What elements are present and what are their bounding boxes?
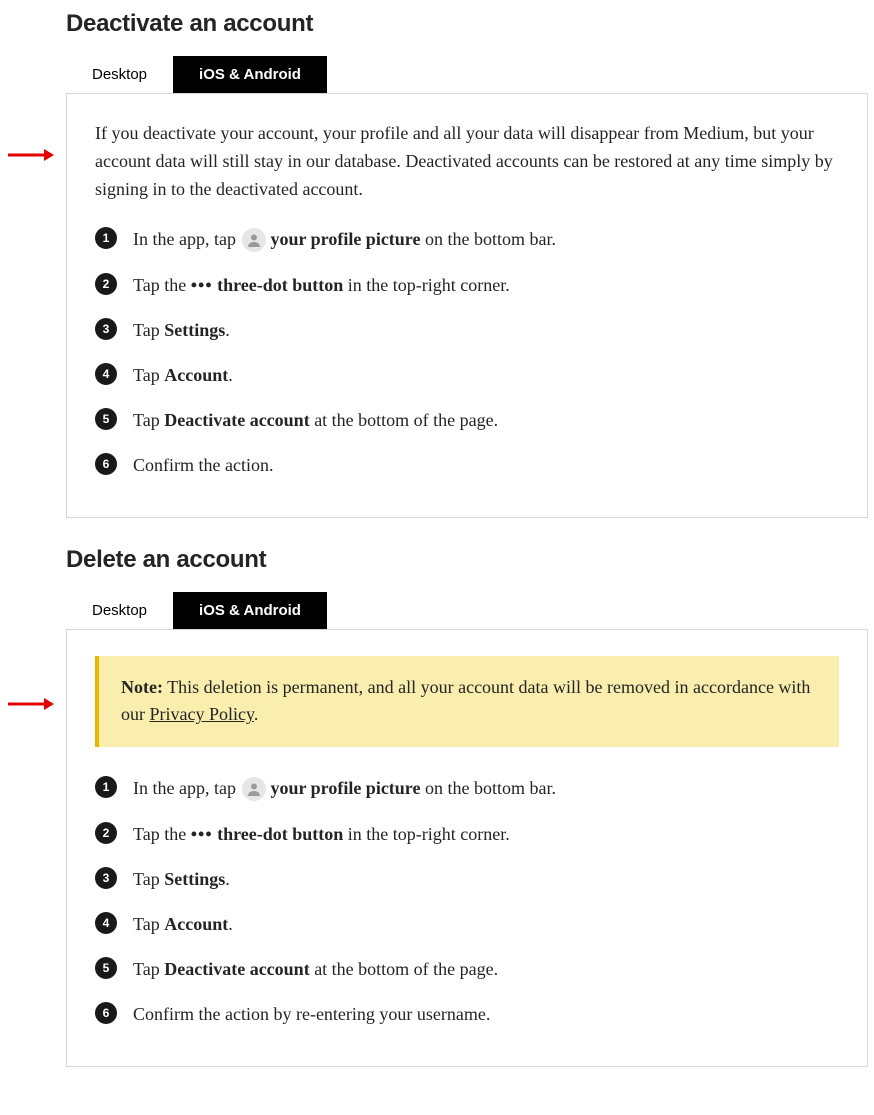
step-text-bold: Account (164, 914, 228, 934)
step-4: 4 Tap Account. (95, 911, 839, 938)
step-number: 6 (95, 453, 117, 475)
step-text-pre: Tap (133, 365, 164, 385)
step-number: 3 (95, 867, 117, 889)
step-text-bold: Settings (164, 320, 225, 340)
annotation-arrow (8, 698, 54, 710)
step-3: 3 Tap Settings. (95, 317, 839, 344)
step-text-pre: Tap (133, 320, 164, 340)
step-text-bold: Deactivate account (164, 410, 309, 430)
step-1: 1 In the app, tap your profile picture o… (95, 775, 839, 803)
step-text-bold: three-dot button (217, 824, 343, 844)
step-2: 2 Tap the ••• three-dot button in the to… (95, 272, 839, 299)
step-text-post: in the top-right corner. (343, 275, 509, 295)
step-text-plain: Confirm the action. (133, 455, 273, 475)
step-text-bold: your profile picture (270, 778, 420, 798)
profile-icon (242, 777, 266, 801)
intro-text: If you deactivate your account, your pro… (95, 120, 839, 204)
step-text-bold: Settings (164, 869, 225, 889)
step-4: 4 Tap Account. (95, 362, 839, 389)
step-6: 6 Confirm the action. (95, 452, 839, 479)
tab-desktop[interactable]: Desktop (66, 56, 173, 93)
delete-section: Delete an account Desktop iOS & Android … (66, 546, 874, 1068)
step-text-post: on the bottom bar. (420, 229, 555, 249)
step-2: 2 Tap the ••• three-dot button in the to… (95, 821, 839, 848)
tab-ios-android[interactable]: iOS & Android (173, 56, 327, 93)
note-text: Note: This deletion is permanent, and al… (121, 674, 817, 730)
tab-desktop[interactable]: Desktop (66, 592, 173, 629)
step-text-pre: Tap the (133, 824, 191, 844)
three-dot-icon: ••• (191, 275, 213, 295)
step-text-pre: Tap (133, 410, 164, 430)
step-text-pre: In the app, tap (133, 229, 240, 249)
step-text-post: in the top-right corner. (343, 824, 509, 844)
step-text-post: at the bottom of the page. (310, 959, 498, 979)
step-text-bold: your profile picture (270, 229, 420, 249)
panel: If you deactivate your account, your pro… (66, 93, 868, 518)
tabs: Desktop iOS & Android (66, 56, 874, 93)
step-5: 5 Tap Deactivate account at the bottom o… (95, 407, 839, 434)
step-text-post: . (225, 869, 230, 889)
note-callout: Note: This deletion is permanent, and al… (95, 656, 839, 748)
step-text-post: on the bottom bar. (420, 778, 555, 798)
privacy-policy-link[interactable]: Privacy Policy (150, 704, 254, 724)
step-text-post: . (228, 365, 233, 385)
step-text-pre: Tap (133, 959, 164, 979)
tabs: Desktop iOS & Android (66, 592, 874, 629)
step-text-bold: three-dot button (217, 275, 343, 295)
note-post: . (254, 704, 259, 724)
step-number: 5 (95, 957, 117, 979)
steps-list: 1 In the app, tap your profile picture o… (95, 775, 839, 1028)
step-text-post: at the bottom of the page. (310, 410, 498, 430)
profile-icon (242, 228, 266, 252)
step-6: 6 Confirm the action by re-entering your… (95, 1001, 839, 1028)
step-5: 5 Tap Deactivate account at the bottom o… (95, 956, 839, 983)
step-text-bold: Deactivate account (164, 959, 309, 979)
step-text-pre: Tap (133, 869, 164, 889)
annotation-arrow (8, 149, 54, 161)
step-text-pre: Tap (133, 914, 164, 934)
steps-list: 1 In the app, tap your profile picture o… (95, 226, 839, 479)
note-label: Note: (121, 677, 163, 697)
step-number: 4 (95, 912, 117, 934)
deactivate-section: Deactivate an account Desktop iOS & Andr… (66, 10, 874, 518)
step-number: 1 (95, 776, 117, 798)
section-heading: Delete an account (66, 546, 874, 574)
three-dot-icon: ••• (191, 824, 213, 844)
step-number: 2 (95, 822, 117, 844)
step-number: 2 (95, 273, 117, 295)
step-text-pre: In the app, tap (133, 778, 240, 798)
tab-ios-android[interactable]: iOS & Android (173, 592, 327, 629)
step-text-post: . (225, 320, 230, 340)
step-text-post: . (228, 914, 233, 934)
section-heading: Deactivate an account (66, 10, 874, 38)
step-1: 1 In the app, tap your profile picture o… (95, 226, 839, 254)
step-text-bold: Account (164, 365, 228, 385)
step-number: 3 (95, 318, 117, 340)
step-3: 3 Tap Settings. (95, 866, 839, 893)
panel: Note: This deletion is permanent, and al… (66, 629, 868, 1068)
step-text-plain: Confirm the action by re-entering your u… (133, 1004, 490, 1024)
step-number: 6 (95, 1002, 117, 1024)
step-number: 4 (95, 363, 117, 385)
step-text-pre: Tap the (133, 275, 191, 295)
step-number: 5 (95, 408, 117, 430)
step-number: 1 (95, 227, 117, 249)
